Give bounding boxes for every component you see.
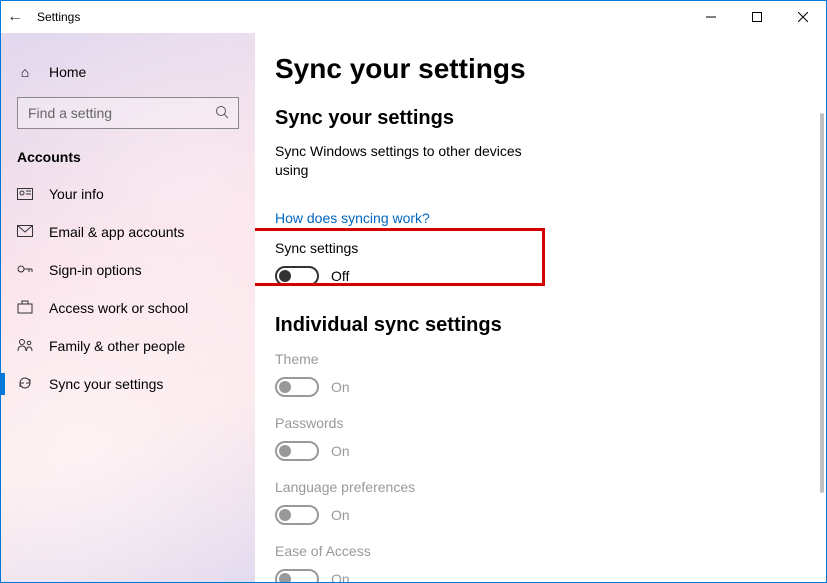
sidebar: ⌂ Home Accounts Your info Email & app ac… bbox=[1, 33, 255, 582]
sidebar-item-access-work-school[interactable]: Access work or school bbox=[1, 289, 255, 327]
individual-ease-access-state: On bbox=[331, 571, 350, 582]
window-title: Settings bbox=[37, 10, 80, 24]
sidebar-item-label: Your info bbox=[49, 186, 104, 202]
titlebar: ← Settings bbox=[1, 1, 826, 33]
sidebar-home[interactable]: ⌂ Home bbox=[1, 53, 255, 91]
sidebar-item-label: Email & app accounts bbox=[49, 224, 184, 240]
sync-settings-state: Off bbox=[331, 268, 349, 284]
minimize-button[interactable] bbox=[688, 1, 734, 33]
sidebar-section-accounts: Accounts bbox=[1, 139, 255, 175]
sync-settings-toggle[interactable] bbox=[275, 266, 319, 286]
sync-settings-label: Sync settings bbox=[275, 240, 802, 256]
individual-passwords-state: On bbox=[331, 443, 350, 459]
how-syncing-works-link[interactable]: How does syncing work? bbox=[275, 210, 430, 226]
key-icon bbox=[17, 262, 33, 279]
search-icon bbox=[215, 105, 229, 122]
individual-passwords-label: Passwords bbox=[275, 415, 802, 431]
scrollbar[interactable] bbox=[820, 113, 824, 493]
back-icon[interactable]: ← bbox=[7, 8, 23, 26]
individual-language-label: Language preferences bbox=[275, 479, 802, 495]
sidebar-item-label: Family & other people bbox=[49, 338, 185, 354]
individual-ease-access-label: Ease of Access bbox=[275, 543, 802, 559]
sidebar-home-label: Home bbox=[49, 64, 86, 80]
individual-language-state: On bbox=[331, 507, 350, 523]
sidebar-item-label: Access work or school bbox=[49, 300, 188, 316]
close-button[interactable] bbox=[780, 1, 826, 33]
sync-icon bbox=[17, 376, 33, 393]
individual-theme-state: On bbox=[331, 379, 350, 395]
people-icon bbox=[17, 338, 33, 355]
individual-passwords-toggle bbox=[275, 441, 319, 461]
individual-theme-label: Theme bbox=[275, 351, 802, 367]
mail-icon bbox=[17, 224, 33, 240]
content-pane: Sync your settings Sync your settings Sy… bbox=[255, 33, 826, 582]
search-input[interactable] bbox=[17, 97, 239, 129]
sidebar-item-email-accounts[interactable]: Email & app accounts bbox=[1, 213, 255, 251]
sidebar-item-signin-options[interactable]: Sign-in options bbox=[1, 251, 255, 289]
section-heading-individual: Individual sync settings bbox=[275, 314, 802, 337]
sidebar-item-sync-settings[interactable]: Sync your settings bbox=[1, 365, 255, 403]
sidebar-item-label: Sync your settings bbox=[49, 376, 163, 392]
page-title: Sync your settings bbox=[275, 53, 802, 85]
maximize-button[interactable] bbox=[734, 1, 780, 33]
home-icon: ⌂ bbox=[17, 64, 33, 80]
sidebar-item-family-people[interactable]: Family & other people bbox=[1, 327, 255, 365]
person-card-icon bbox=[17, 186, 33, 203]
section-heading-sync: Sync your settings bbox=[275, 107, 802, 130]
sidebar-item-label: Sign-in options bbox=[49, 262, 142, 278]
briefcase-icon bbox=[17, 300, 33, 317]
sync-description: Sync Windows settings to other devices u… bbox=[275, 142, 545, 180]
individual-theme-toggle bbox=[275, 377, 319, 397]
sidebar-item-your-info[interactable]: Your info bbox=[1, 175, 255, 213]
individual-ease-access-toggle bbox=[275, 569, 319, 582]
individual-language-toggle bbox=[275, 505, 319, 525]
